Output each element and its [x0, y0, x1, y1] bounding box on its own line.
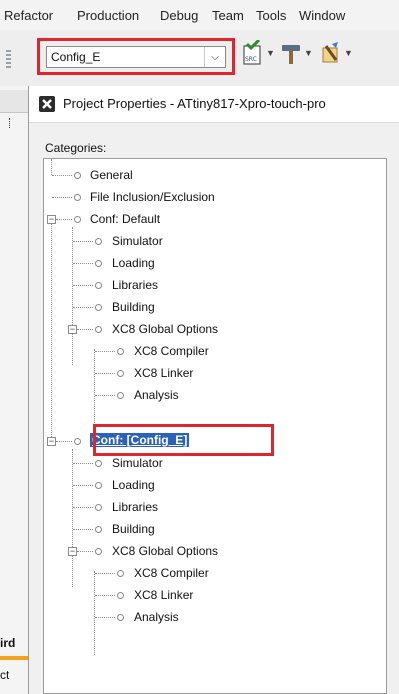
tree-item-loading[interactable]: Loading	[44, 475, 384, 495]
left-panel-text-fragment: ct	[0, 668, 10, 682]
menu-bar: Refactor Production Debug Team Tools Win…	[0, 0, 399, 30]
tree-item-xc8-global-options[interactable]: − XC8 Global Options	[44, 319, 384, 339]
tree-item-label: Analysis	[134, 388, 179, 402]
tree-item-xc8-linker[interactable]: XC8 Linker	[44, 363, 384, 383]
tree-item-simulator[interactable]: Simulator	[44, 231, 384, 251]
chevron-down-icon[interactable]: ⌵	[204, 47, 225, 67]
build-hammer-icon[interactable]	[280, 40, 302, 66]
dialog-title: Project Properties - ATtiny817-Xpro-touc…	[63, 96, 326, 111]
tree-node-icon	[74, 172, 81, 179]
tree-item-xc8-compiler[interactable]: XC8 Compiler	[44, 341, 384, 361]
project-properties-dialog: Project Properties - ATtiny817-Xpro-touc…	[28, 86, 399, 694]
tree-node-icon	[95, 260, 102, 267]
tree-item-label: Loading	[112, 256, 155, 270]
tree-item-xc8-linker[interactable]: XC8 Linker	[44, 585, 384, 605]
categories-label: Categories:	[45, 141, 107, 155]
tree-item-analysis[interactable]: Analysis	[44, 385, 384, 405]
tree-node-icon	[95, 282, 102, 289]
menu-team[interactable]: Team	[212, 8, 244, 23]
tree-node-icon	[95, 460, 102, 467]
configuration-dropdown[interactable]: Config_E ⌵	[46, 46, 226, 68]
menu-refactor[interactable]: Refactor	[4, 8, 53, 23]
menu-debug[interactable]: Debug	[160, 8, 198, 23]
menu-tools[interactable]: Tools	[256, 8, 286, 23]
tree-item-building[interactable]: Building	[44, 519, 384, 539]
tree-item-conf-default[interactable]: − Conf: Default	[44, 209, 384, 229]
tree-item-label: Analysis	[134, 610, 179, 624]
left-panel-accent-bar	[0, 656, 28, 660]
tree-item-label: File Inclusion/Exclusion	[90, 190, 215, 204]
tree-node-icon	[117, 614, 124, 621]
tree-node-icon	[117, 570, 124, 577]
tree-item-label: Building	[112, 300, 155, 314]
svg-text:SRC: SRC	[245, 56, 257, 63]
menu-production[interactable]: Production	[77, 8, 139, 23]
tree-item-label: XC8 Compiler	[134, 566, 209, 580]
clean-dropdown-arrow-icon[interactable]: ▼	[344, 48, 353, 58]
tree-item-label: XC8 Global Options	[112, 544, 219, 558]
tree-item-general[interactable]: General	[44, 165, 384, 185]
tree-node-icon	[95, 482, 102, 489]
tree-node-icon	[95, 238, 102, 245]
tree-item-libraries[interactable]: Libraries	[44, 497, 384, 517]
tree-item-label: Conf: Default	[90, 212, 161, 226]
tree-item-label: XC8 Compiler	[134, 344, 209, 358]
tree-item-label: XC8 Global Options	[112, 322, 219, 336]
tree-item-label: Building	[112, 522, 155, 536]
menu-window[interactable]: Window	[299, 8, 345, 23]
left-panel-tab[interactable]	[0, 90, 28, 113]
tree-item-label: Libraries	[112, 500, 159, 514]
collapse-icon[interactable]: −	[47, 437, 56, 446]
tree-item-building[interactable]: Building	[44, 297, 384, 317]
left-panel-strip: ird ct	[0, 86, 29, 694]
tree-item-libraries[interactable]: Libraries	[44, 275, 384, 295]
selected-item-highlight-box	[93, 424, 274, 456]
dialog-titlebar[interactable]: Project Properties - ATtiny817-Xpro-touc…	[29, 86, 399, 123]
tree-item-file-inclusion[interactable]: File Inclusion/Exclusion	[44, 187, 384, 207]
tree-item-loading[interactable]: Loading	[44, 253, 384, 273]
tree-node-icon	[117, 392, 124, 399]
collapse-icon[interactable]: −	[68, 325, 77, 334]
tree-item-label: Simulator	[112, 456, 163, 470]
source-icon[interactable]: SRC	[242, 38, 264, 66]
left-panel-heading-fragment: ird	[0, 636, 16, 650]
tree-node-icon	[74, 438, 81, 445]
tree-node-icon	[95, 304, 102, 311]
collapse-icon[interactable]: −	[47, 215, 56, 224]
tree-item-label: XC8 Linker	[134, 588, 194, 602]
left-panel-marker	[9, 118, 12, 128]
tree-item-label: Libraries	[112, 278, 159, 292]
tree-node-icon	[95, 526, 102, 533]
tree-node-icon	[95, 326, 102, 333]
tree-node-icon	[74, 216, 81, 223]
tree-node-icon	[95, 548, 102, 555]
tree-item-label: XC8 Linker	[134, 366, 194, 380]
tree-node-icon	[117, 370, 124, 377]
tree-node-icon	[117, 348, 124, 355]
app-logo-icon	[39, 96, 55, 112]
tree-node-icon	[117, 592, 124, 599]
tree-item-label: General	[90, 168, 133, 182]
clean-build-icon[interactable]	[320, 40, 342, 66]
tree-item-xc8-global-options[interactable]: − XC8 Global Options	[44, 541, 384, 561]
collapse-icon[interactable]: −	[68, 547, 77, 556]
tree-item-analysis[interactable]: Analysis	[44, 607, 384, 627]
source-dropdown-arrow-icon[interactable]: ▼	[266, 48, 275, 58]
tree-node-icon	[95, 504, 102, 511]
configuration-value: Config_E	[51, 50, 101, 64]
tree-node-icon	[74, 194, 81, 201]
tree-item-label: Loading	[112, 478, 155, 492]
build-dropdown-arrow-icon[interactable]: ▼	[304, 48, 313, 58]
tree-item-label: Simulator	[112, 234, 163, 248]
tree-item-simulator[interactable]: Simulator	[44, 453, 384, 473]
toolbar-grip[interactable]	[6, 50, 11, 68]
tree-item-xc8-compiler[interactable]: XC8 Compiler	[44, 563, 384, 583]
